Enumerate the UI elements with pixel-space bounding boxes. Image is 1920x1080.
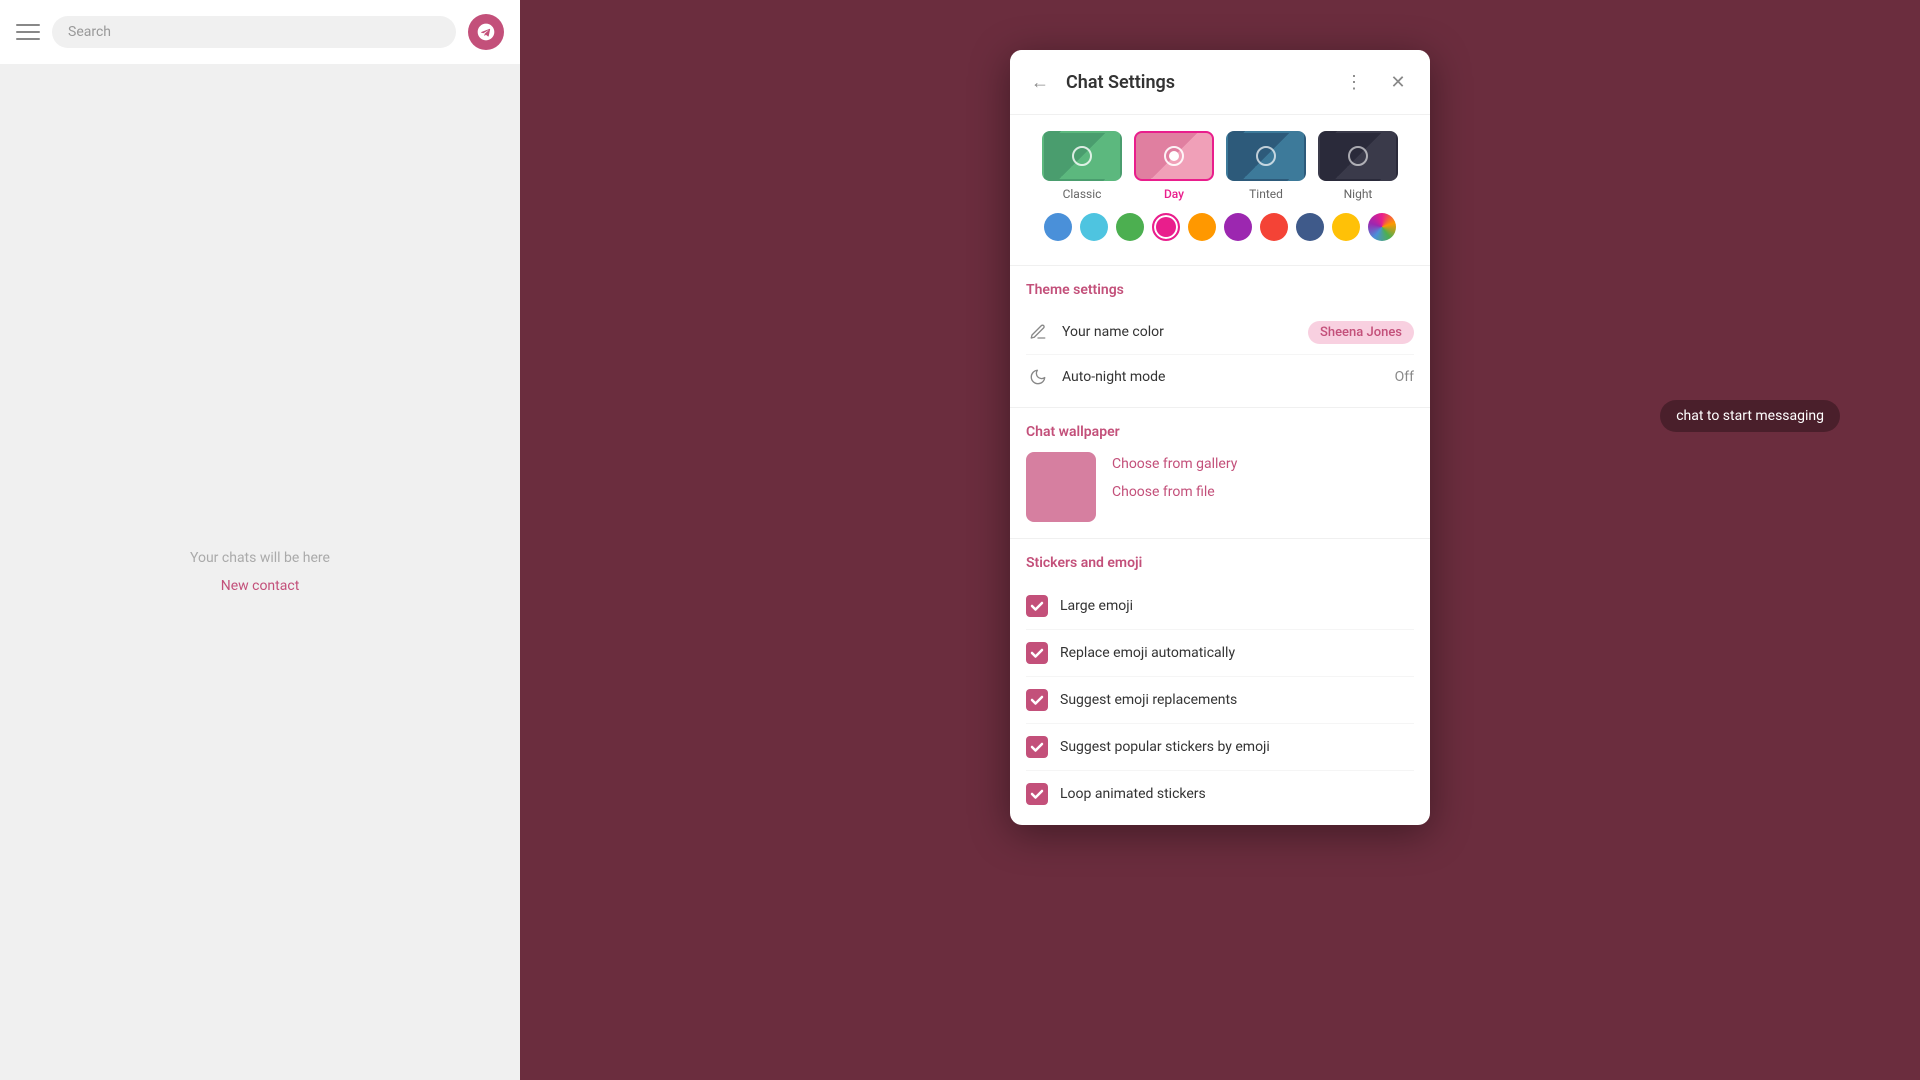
choose-file-link[interactable]: Choose from file (1112, 484, 1237, 500)
color-dot-multi[interactable] (1368, 213, 1396, 241)
theme-day[interactable]: Day (1134, 131, 1214, 201)
theme-options-list: Classic Day Tinted (1026, 131, 1414, 201)
color-dot-blue[interactable] (1044, 213, 1072, 241)
large-emoji-checkbox[interactable] (1026, 595, 1048, 617)
dialog-header: ← Chat Settings ⋮ ✕ (1010, 50, 1430, 115)
name-color-label: Your name color (1062, 324, 1296, 340)
replace-emoji-checkbox[interactable] (1026, 642, 1048, 664)
theme-options-section: Classic Day Tinted (1010, 115, 1430, 265)
sidebar: Search Your chats will be here New conta… (0, 0, 520, 1080)
close-dialog-button[interactable]: ✕ (1382, 66, 1414, 98)
auto-night-label: Auto-night mode (1062, 369, 1383, 385)
large-emoji-label: Large emoji (1060, 598, 1133, 614)
color-dot-yellow[interactable] (1332, 213, 1360, 241)
stickers-emoji-section: Stickers and emoji Large emoji Replace e… (1010, 539, 1430, 825)
suggest-stickers-row: Suggest popular stickers by emoji (1026, 724, 1414, 771)
theme-night[interactable]: Night (1318, 131, 1398, 201)
name-color-icon (1026, 320, 1050, 344)
wallpaper-thumbnail (1026, 452, 1096, 522)
suggest-stickers-label: Suggest popular stickers by emoji (1060, 739, 1270, 755)
loop-stickers-label: Loop animated stickers (1060, 786, 1206, 802)
color-dot-navy[interactable] (1296, 213, 1324, 241)
suggest-replacements-label: Suggest emoji replacements (1060, 692, 1237, 708)
suggest-replacements-row: Suggest emoji replacements (1026, 677, 1414, 724)
telegram-icon (468, 14, 504, 50)
chat-settings-dialog: ← Chat Settings ⋮ ✕ Classic (1010, 50, 1430, 825)
search-input[interactable]: Search (52, 16, 456, 48)
choose-gallery-link[interactable]: Choose from gallery (1112, 456, 1237, 472)
chat-wallpaper-section: Chat wallpaper Choose from gallery Choos… (1010, 408, 1430, 538)
wallpaper-preview: Choose from gallery Choose from file (1026, 452, 1414, 522)
color-dot-cyan[interactable] (1080, 213, 1108, 241)
color-dot-orange[interactable] (1188, 213, 1216, 241)
stickers-section-title: Stickers and emoji (1026, 547, 1414, 571)
back-button[interactable]: ← (1026, 68, 1054, 96)
replace-emoji-label: Replace emoji automatically (1060, 645, 1235, 661)
loop-stickers-checkbox[interactable] (1026, 783, 1048, 805)
loop-stickers-row: Loop animated stickers (1026, 771, 1414, 817)
name-color-row[interactable]: Your name color Sheena Jones (1026, 310, 1414, 355)
theme-night-label: Night (1344, 187, 1373, 201)
replace-emoji-row: Replace emoji automatically (1026, 630, 1414, 677)
theme-classic-label: Classic (1063, 187, 1102, 201)
new-contact-button[interactable]: New contact (221, 578, 300, 594)
theme-settings-section: Theme settings Your name color Sheena Jo… (1010, 266, 1430, 407)
wallpaper-actions: Choose from gallery Choose from file (1112, 452, 1237, 500)
more-options-button[interactable]: ⋮ (1338, 66, 1370, 98)
color-dot-green[interactable] (1116, 213, 1144, 241)
color-dot-purple[interactable] (1224, 213, 1252, 241)
sidebar-header: Search (0, 0, 520, 64)
auto-night-row[interactable]: Auto-night mode Off (1026, 355, 1414, 399)
large-emoji-row: Large emoji (1026, 583, 1414, 630)
wallpaper-section-title: Chat wallpaper (1026, 424, 1414, 440)
auto-night-icon (1026, 365, 1050, 389)
auto-night-value: Off (1395, 369, 1414, 385)
theme-tinted-label: Tinted (1249, 187, 1283, 201)
suggest-stickers-checkbox[interactable] (1026, 736, 1048, 758)
empty-chats-text: Your chats will be here (190, 550, 330, 566)
theme-day-label: Day (1164, 187, 1184, 201)
dialog-overlay: ← Chat Settings ⋮ ✕ Classic (520, 0, 1920, 1080)
theme-tinted[interactable]: Tinted (1226, 131, 1306, 201)
main-area: chat to start messaging ← Chat Settings … (520, 0, 1920, 1080)
theme-classic[interactable]: Classic (1042, 131, 1122, 201)
suggest-replacements-checkbox[interactable] (1026, 689, 1048, 711)
color-dot-pink[interactable] (1152, 213, 1180, 241)
color-dot-red[interactable] (1260, 213, 1288, 241)
sidebar-content: Your chats will be here New contact (0, 64, 520, 1080)
theme-settings-title: Theme settings (1026, 282, 1414, 298)
name-color-value: Sheena Jones (1308, 321, 1414, 344)
menu-button[interactable] (16, 20, 40, 44)
color-dots-list (1026, 213, 1414, 249)
dialog-title: Chat Settings (1066, 72, 1326, 93)
